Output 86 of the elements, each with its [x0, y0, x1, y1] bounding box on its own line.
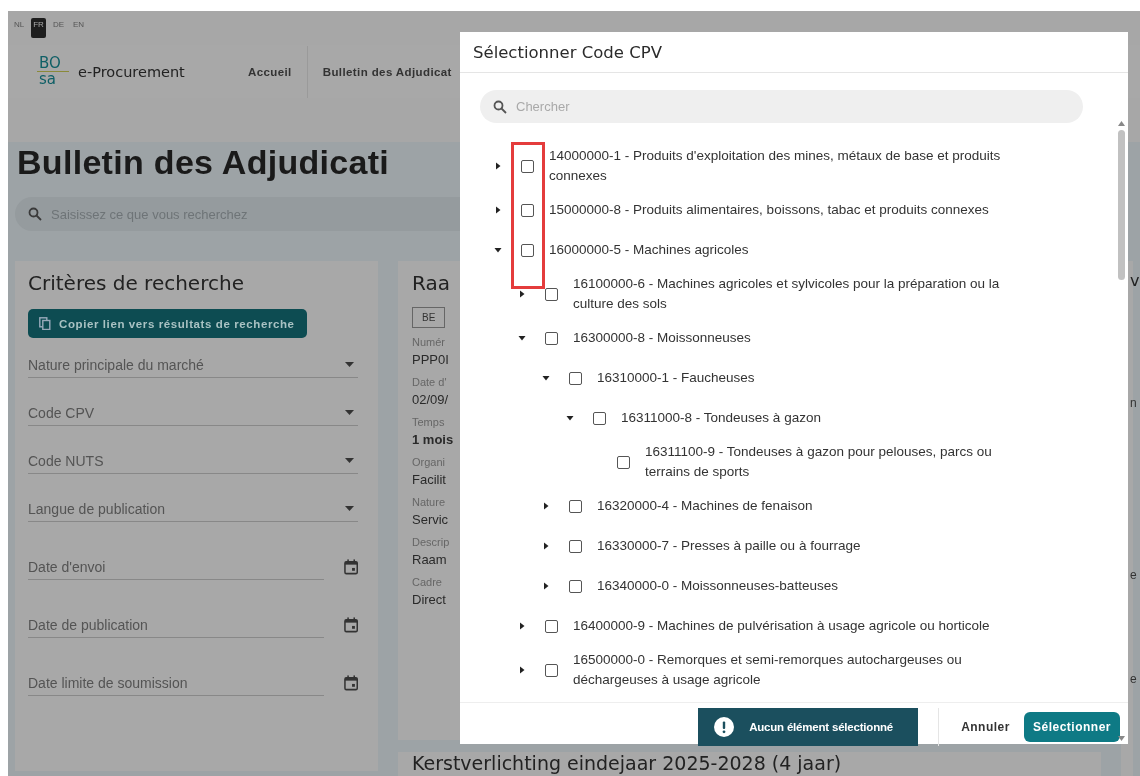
caret-icon[interactable]	[542, 582, 550, 590]
country-tag: BE	[412, 307, 446, 328]
tree-item-label[interactable]: 16000000-5 - Machines agricoles	[549, 240, 749, 260]
tree-item-label[interactable]: 16330000-7 - Presses à paille ou à fourrage	[597, 536, 861, 556]
checkbox[interactable]	[569, 579, 582, 593]
field-value: 1 mois	[412, 431, 454, 448]
caret-icon[interactable]	[518, 334, 526, 342]
page-title: Bulletin des Adjudicati	[17, 142, 390, 182]
checkbox[interactable]	[569, 371, 582, 385]
field-value: e	[1130, 672, 1137, 686]
field-value: n	[1130, 396, 1137, 410]
checkbox[interactable]	[521, 203, 534, 217]
calendar-icon[interactable]	[343, 559, 358, 575]
card-title: Raa	[412, 271, 450, 295]
caret-icon[interactable]	[542, 542, 550, 550]
field-label: Nature	[412, 495, 446, 510]
scrollbar-thumb[interactable]	[1118, 130, 1125, 280]
field-value: PPP0I	[412, 351, 449, 368]
tree-item-label[interactable]: 15000000-8 - Produits alimentaires, boissons, tabac et produits connexes	[549, 200, 989, 220]
checkbox[interactable]	[545, 287, 558, 301]
field-label: Organi	[412, 455, 446, 470]
dropdown-caret-icon	[345, 458, 354, 463]
checkbox[interactable]	[521, 159, 534, 173]
card-title: Critères de recherche	[28, 271, 245, 295]
scroll-up-icon[interactable]	[1118, 121, 1125, 126]
caret-icon[interactable]	[542, 374, 550, 382]
dropdown-caret-icon	[345, 362, 354, 367]
tree-item-label[interactable]: 16310000-1 - Faucheuses	[597, 368, 755, 388]
field-label: Date d'	[412, 375, 447, 390]
checkbox[interactable]	[593, 411, 606, 425]
checkbox[interactable]	[617, 455, 630, 469]
app-name: e-Procurement	[78, 63, 186, 80]
field-value: e	[1130, 568, 1137, 582]
scrollbar[interactable]	[1117, 121, 1126, 741]
checkbox[interactable]	[569, 499, 582, 513]
caret-icon[interactable]	[494, 162, 502, 170]
nav-link[interactable]: Accueil	[233, 45, 308, 98]
checkbox[interactable]	[569, 539, 582, 553]
select-button[interactable]: Sélectionner	[1023, 712, 1120, 742]
field-label: Numér	[412, 335, 445, 350]
status-text: Aucun élément sélectionné	[749, 721, 894, 733]
field-value: Direct	[412, 591, 446, 608]
checkbox[interactable]	[545, 663, 558, 677]
dropdown-caret-icon	[345, 410, 354, 415]
caret-icon[interactable]	[494, 246, 502, 254]
caret-icon[interactable]	[494, 206, 502, 214]
exclamation-icon	[714, 717, 735, 737]
tree-item-label[interactable]: 16311100-9 - Tondeuses à gazon pour pelouses, parcs ou terrains de sports	[645, 442, 1030, 482]
scroll-down-icon[interactable]	[1118, 736, 1125, 741]
card-title: Kerstverlichting eindejaar 2025-2028 (4 jaar)	[412, 752, 842, 774]
calendar-icon[interactable]	[343, 675, 358, 691]
copy-icon	[39, 317, 51, 330]
checkbox[interactable]	[545, 619, 558, 633]
cancel-button[interactable]: Annuler	[953, 714, 1018, 740]
tree-item-label[interactable]: 16400000-9 - Machines de pulvérisation à usage agricole ou horticole	[573, 616, 990, 636]
field-value: Facilit	[412, 471, 446, 488]
tree-item-label[interactable]: 16311000-8 - Tondeuses à gazon	[621, 408, 821, 428]
search-field[interactable]: Chercher	[480, 90, 1083, 123]
field-value: Raam	[412, 551, 447, 568]
field-label: Temps	[412, 415, 445, 430]
tree-item-label[interactable]: 16340000-0 - Moissonneuses-batteuses	[597, 576, 838, 596]
tree-item-label[interactable]: 14000000-1 - Produits d'exploitation des mines, métaux de base et produits connexes	[549, 146, 1030, 186]
search-icon	[493, 100, 507, 114]
copy-link-button[interactable]: Copier lien vers résultats de recherche	[28, 309, 307, 338]
search-icon	[28, 207, 42, 221]
caret-icon[interactable]	[518, 666, 526, 674]
logo: BO sa	[35, 56, 69, 87]
caret-icon[interactable]	[518, 290, 526, 298]
tree-item-label[interactable]: 16320000-4 - Machines de fenaison	[597, 496, 813, 516]
language-tab[interactable]: FR	[31, 18, 46, 38]
field-label: Descrip	[412, 535, 450, 550]
tree-item-label[interactable]: 16100000-6 - Machines agricoles et sylvicoles pour la préparation ou la culture des sols	[573, 274, 1030, 314]
card-title: v	[1130, 271, 1140, 290]
caret-icon[interactable]	[542, 502, 550, 510]
tree-item-label[interactable]: 16300000-8 - Moissonneuses	[573, 328, 751, 348]
checkbox[interactable]	[545, 331, 558, 345]
caret-icon[interactable]	[518, 622, 526, 630]
calendar-icon[interactable]	[343, 617, 358, 633]
checkbox[interactable]	[521, 243, 534, 257]
caret-icon[interactable]	[566, 414, 574, 422]
dialog-title: Sélectionner Code CPV	[473, 42, 662, 62]
field-value: 02/09/	[412, 391, 449, 408]
tree-item-label[interactable]: 16500000-0 - Remorques et semi-remorques autochargeuses ou déchargeuses à usage agricole	[573, 650, 1030, 690]
field-value: Servic	[412, 511, 449, 528]
dropdown-caret-icon	[345, 506, 354, 511]
field-label: Cadre	[412, 575, 442, 590]
